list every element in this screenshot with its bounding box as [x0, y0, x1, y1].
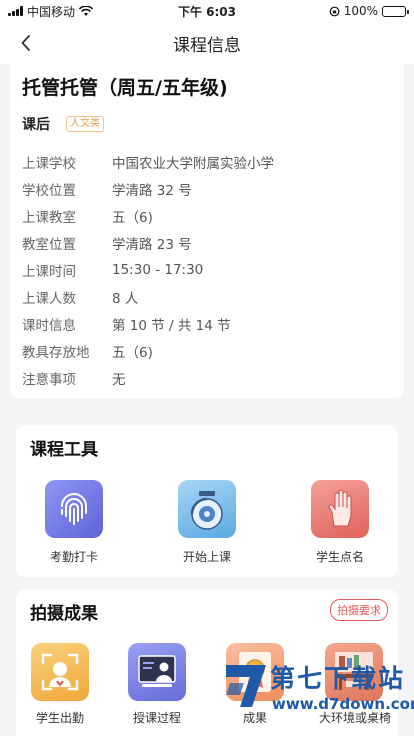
photos-section-title: 拍摄成果 — [30, 604, 98, 624]
info-label: 学校位置 — [22, 182, 76, 199]
info-row-school-location: 学校位置 学清路 32 号 — [22, 175, 392, 202]
watermark-logo-icon — [226, 665, 266, 707]
student-rollcall-button[interactable]: 学生点名 — [295, 480, 385, 565]
course-type: 课后 — [22, 117, 50, 133]
student-attendance-icon — [31, 643, 89, 701]
raised-hand-icon — [311, 480, 369, 538]
info-row-classroom: 上课教室 五（6) — [22, 202, 392, 229]
info-value: 中国农业大学附属实验小学 — [112, 155, 274, 172]
info-row-lesson-info: 课时信息 第 10 节 / 共 14 节 — [22, 310, 392, 337]
course-info-list: 上课学校 中国农业大学附属实验小学 学校位置 学清路 32 号 上课教室 五（6) 教… — [22, 148, 392, 391]
wifi-icon — [79, 5, 94, 16]
info-label: 注意事项 — [22, 371, 76, 388]
info-value: 学清路 32 号 — [112, 182, 192, 199]
status-bar: 中国移动 下午 6:03 100% — [0, 0, 414, 22]
status-right: 100% — [329, 4, 409, 18]
photo-label: 学生出勤 — [35, 711, 84, 725]
bell-icon — [178, 480, 236, 538]
watermark-url: www.d7down.com — [272, 695, 414, 713]
info-value: 学清路 23 号 — [112, 236, 192, 253]
info-value: 无 — [112, 371, 126, 388]
page-title: 课程信息 — [173, 35, 241, 56]
back-button[interactable] — [14, 30, 38, 56]
info-value: 第 10 节 / 共 14 节 — [112, 317, 231, 334]
course-meta: 课后 人文类 — [22, 114, 392, 134]
attendance-checkin-button[interactable]: 考勤打卡 — [29, 480, 119, 565]
tools-section-title: 课程工具 — [30, 440, 98, 460]
info-row-student-count: 上课人数 8 人 — [22, 283, 392, 310]
carrier-name: 中国移动 — [27, 4, 76, 19]
watermark-title: 第七下载站 — [270, 664, 406, 693]
start-class-button[interactable]: 开始上课 — [162, 480, 252, 565]
info-row-classroom-location: 教室位置 学清路 23 号 — [22, 229, 392, 256]
status-left: 中国移动 — [8, 3, 94, 20]
info-value: 五（6) — [112, 209, 153, 226]
signal-icon — [8, 6, 23, 16]
info-row-class-time: 上课时间 15:30 - 17:30 — [22, 256, 392, 283]
tool-label: 开始上课 — [182, 550, 231, 564]
orientation-lock-icon — [329, 6, 340, 16]
info-label: 教室位置 — [22, 236, 76, 253]
info-value: 五（6) — [112, 344, 153, 361]
course-info-card: 托管托管（周五/五年级) 课后 人文类 上课学校 中国农业大学附属实验小学 学校位… — [10, 64, 404, 398]
info-row-school: 上课学校 中国农业大学附属实验小学 — [22, 148, 392, 175]
info-label: 上课时间 — [22, 263, 76, 280]
info-value: 8 人 — [112, 290, 139, 307]
battery-percent: 100% — [343, 4, 378, 18]
photo-label: 授课过程 — [132, 711, 181, 725]
course-title: 托管托管（周五/五年级) — [22, 77, 228, 99]
nav-bar: 课程信息 — [0, 22, 414, 64]
info-label: 上课人数 — [22, 290, 76, 307]
student-attendance-photo-button[interactable]: 学生出勤 — [25, 643, 95, 726]
info-label: 教具存放地 — [22, 344, 90, 361]
info-label: 上课教室 — [22, 209, 76, 226]
teaching-process-icon — [128, 643, 186, 701]
battery-icon — [382, 5, 409, 17]
fingerprint-icon — [45, 480, 103, 538]
course-category-tag: 人文类 — [66, 116, 104, 132]
photo-requirements-button[interactable]: 拍摄要求 — [330, 599, 388, 621]
info-label: 课时信息 — [22, 317, 76, 334]
info-label: 上课学校 — [22, 155, 76, 172]
info-row-equipment-storage: 教具存放地 五（6) — [22, 337, 392, 364]
chevron-left-icon — [21, 35, 30, 51]
info-row-notes: 注意事项 无 — [22, 364, 392, 391]
info-value: 15:30 - 17:30 — [112, 261, 204, 278]
tool-label: 学生点名 — [315, 550, 364, 564]
teaching-process-photo-button[interactable]: 授课过程 — [122, 643, 192, 726]
site-watermark: 第七下载站 www.d7down.com — [212, 655, 414, 736]
course-tools-card: 课程工具 考勤打卡 开始上课 学生点名 — [16, 425, 398, 577]
tool-label: 考勤打卡 — [49, 550, 98, 564]
